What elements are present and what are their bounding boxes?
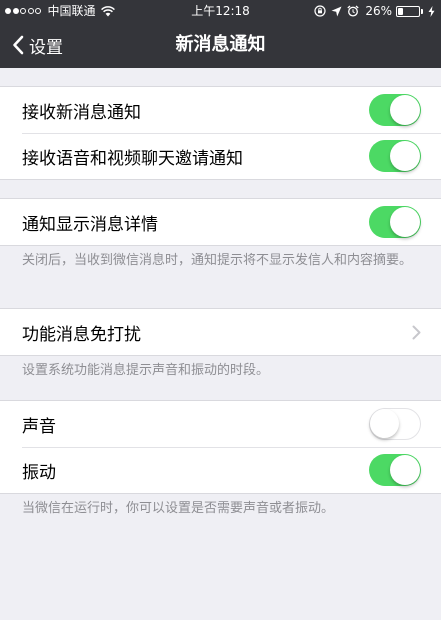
toggle-knob [390,95,420,125]
function-message-dnd-row[interactable]: 功能消息免打扰 [0,309,441,355]
toggle-knob [390,455,420,485]
back-label: 设置 [29,37,63,58]
new-message-notification-row: 接收新消息通知 [0,87,441,133]
sound-vibration-footnote: 当微信在运行时，你可以设置是否需要声音或者振动。 [22,501,335,516]
voice-video-invite-row: 接收语音和视频聊天邀请通知 [0,133,441,179]
back-button[interactable]: 设置 [12,22,63,68]
rotation-lock-icon [314,5,326,17]
row-label: 通知显示消息详情 [22,214,158,235]
message-details-group: 通知显示消息详情 [0,198,441,246]
show-message-details-toggle[interactable] [369,206,421,238]
row-label: 振动 [22,462,56,483]
chevron-left-icon [13,35,24,55]
row-label: 接收新消息通知 [22,102,141,123]
message-details-footnote: 关闭后，当收到微信消息时，通知提示将不显示发信人和内容摘要。 [22,253,413,268]
vibration-toggle[interactable] [369,454,421,486]
show-message-details-row: 通知显示消息详情 [0,199,441,245]
battery-level [398,7,404,15]
row-label: 接收语音和视频聊天邀请通知 [22,148,243,169]
voice-video-invite-toggle[interactable] [369,140,421,172]
sound-row: 声音 [0,401,441,447]
sound-toggle[interactable] [369,408,421,440]
new-message-group: 接收新消息通知 接收语音和视频聊天邀请通知 [0,86,441,180]
battery-percent: 26% [365,4,392,18]
toggle-knob [390,207,420,237]
vibration-row: 振动 [0,447,441,493]
status-right: 26% [309,0,435,22]
charging-icon [428,5,435,17]
battery-cap [421,8,423,14]
location-icon [331,6,342,16]
header: 中国联通 上午12:18 26% 新消息通知 设置 [0,0,441,68]
dnd-footnote: 设置系统功能消息提示声音和振动的时段。 [22,363,270,378]
page-title: 新消息通知 [175,34,266,55]
alarm-icon [347,5,359,17]
sound-vibration-group: 声音 振动 [0,400,441,494]
row-label: 功能消息免打扰 [22,324,141,345]
chevron-right-icon [412,325,421,339]
status-bar: 中国联通 上午12:18 26% [0,0,441,22]
row-label: 声音 [22,416,56,437]
new-message-notification-toggle[interactable] [369,94,421,126]
dnd-group: 功能消息免打扰 [0,308,441,356]
nav-bar: 新消息通知 设置 [0,22,441,68]
toggle-knob [370,409,399,438]
toggle-knob [390,141,420,171]
battery-icon [396,5,420,17]
